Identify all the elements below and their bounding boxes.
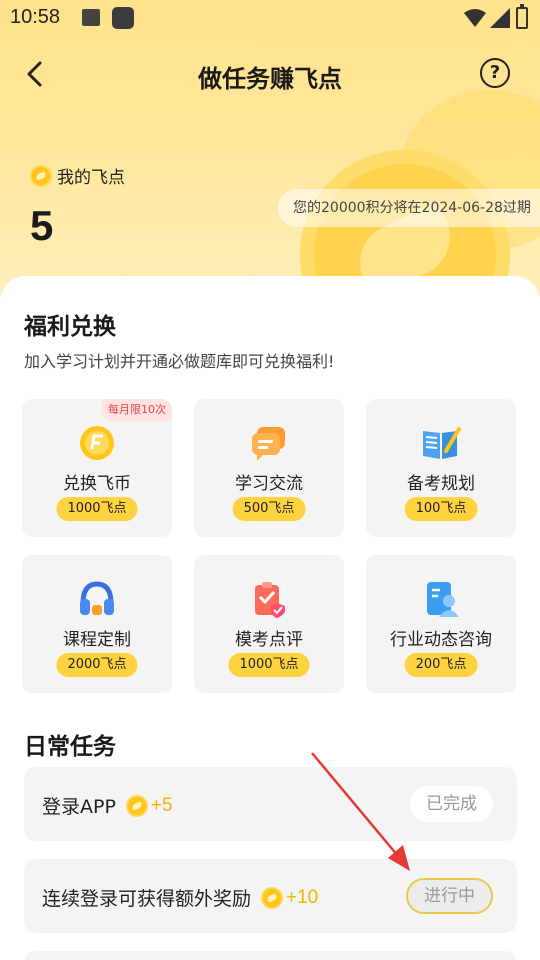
help-icon[interactable]: ? <box>480 58 510 88</box>
expire-notice: 您的20000积分将在2024-06-28过期 <box>278 189 540 227</box>
reward-name: 行业动态咨询 <box>390 630 492 650</box>
points-value: 5 <box>30 202 54 249</box>
clipboard-icon <box>255 582 285 618</box>
task-status-in-progress[interactable]: 进行中 <box>406 878 493 914</box>
reward-name: 学习交流 <box>235 474 303 494</box>
task-label: 登录APP <box>42 796 116 818</box>
monthly-limit-badge: 每月限10次 <box>102 399 172 421</box>
reward-study-exchange[interactable]: 学习交流 500飞点 <box>194 399 344 537</box>
reward-cost: 2000飞点 <box>56 653 138 677</box>
coin-icon <box>30 164 52 187</box>
my-points-label: 我的飞点 <box>57 168 125 188</box>
reward-exam-plan[interactable]: 备考规划 100飞点 <box>366 399 516 537</box>
task-consecutive-login: 连续登录可获得额外奖励 +10 进行中 <box>24 859 517 933</box>
reward-industry-news[interactable]: 行业动态咨询 200飞点 <box>366 555 516 693</box>
book-icon <box>423 427 461 459</box>
main-card: 福利兑换 加入学习计划并开通必做题库即可兑换福利! 兑换飞币 1000飞点 每月… <box>0 276 540 960</box>
signal-icon <box>490 8 510 28</box>
coin-icon <box>125 794 148 817</box>
contact-card-icon <box>427 582 459 617</box>
coin-icon <box>80 426 114 460</box>
task-bonus: +5 <box>150 794 173 816</box>
task-next-partial <box>24 951 517 960</box>
wifi-icon <box>464 9 486 27</box>
reward-exchange-coins[interactable]: 兑换飞币 1000飞点 每月限10次 <box>22 399 172 537</box>
status-bar: 10:58 <box>0 0 540 38</box>
reward-course-custom[interactable]: 课程定制 2000飞点 <box>22 555 172 693</box>
task-label-row: 登录APP +5 <box>42 792 173 819</box>
reward-cost: 1000飞点 <box>228 653 310 677</box>
daily-tasks-title: 日常任务 <box>24 734 116 760</box>
battery-icon <box>516 4 528 29</box>
reward-cost: 1000飞点 <box>56 497 138 521</box>
task-login-app: 登录APP +5 已完成 <box>24 767 517 841</box>
coin-icon <box>261 886 284 909</box>
reward-cost: 500飞点 <box>232 497 306 521</box>
reward-cost: 100飞点 <box>404 497 478 521</box>
chat-icon <box>252 427 285 461</box>
welfare-title: 福利兑换 <box>24 314 116 340</box>
status-time: 10:58 <box>10 6 61 28</box>
headphones-icon <box>80 581 114 615</box>
image-notification-icon <box>82 9 100 26</box>
page-title: 做任务赚飞点 <box>198 65 342 93</box>
task-label: 连续登录可获得额外奖励 <box>42 888 252 910</box>
reward-name: 模考点评 <box>235 630 303 650</box>
nav-bar: 做任务赚飞点 ? <box>0 44 540 104</box>
welfare-subtitle: 加入学习计划并开通必做题库即可兑换福利! <box>24 352 335 371</box>
app-notification-icon <box>112 7 134 29</box>
my-points-header: 我的飞点 <box>30 163 125 188</box>
task-status-done[interactable]: 已完成 <box>410 786 493 822</box>
reward-name: 兑换飞币 <box>63 474 131 494</box>
task-label-row: 连续登录可获得额外奖励 +10 <box>42 884 318 911</box>
reward-name: 课程定制 <box>63 630 131 650</box>
reward-name: 备考规划 <box>407 474 475 494</box>
reward-mock-review[interactable]: 模考点评 1000飞点 <box>194 555 344 693</box>
task-bonus: +10 <box>286 886 319 908</box>
reward-cost: 200飞点 <box>404 653 478 677</box>
